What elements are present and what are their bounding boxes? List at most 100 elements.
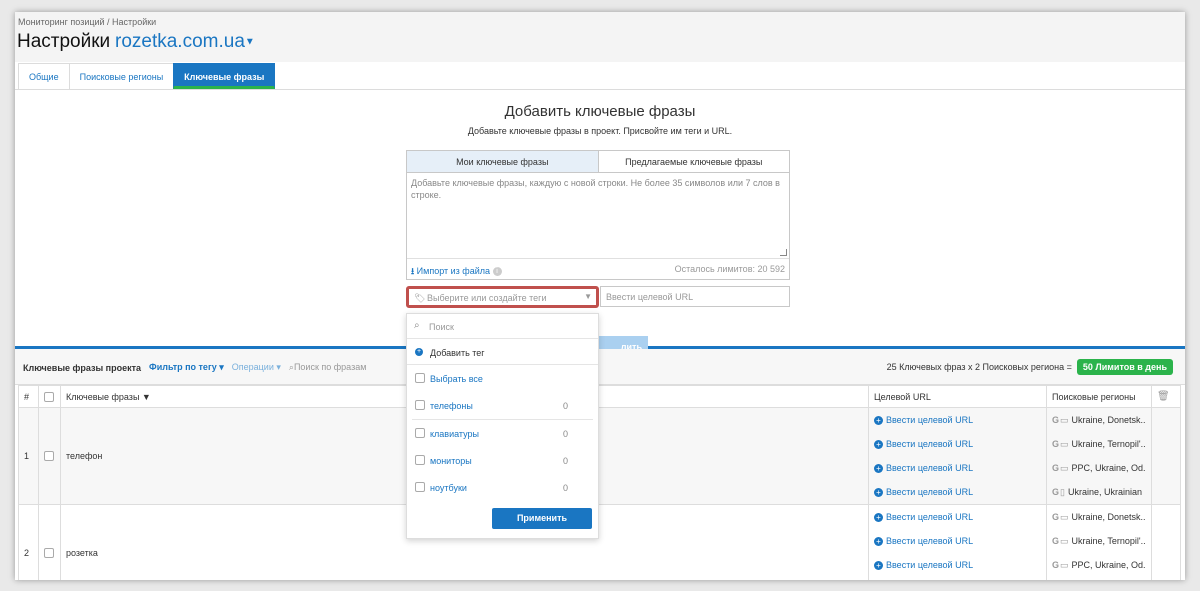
tag-icon: 🏷 <box>414 293 426 303</box>
enter-target-url-link[interactable]: + Ввести целевой URL <box>874 505 1041 529</box>
add-keywords-heading: Добавить ключевые фразы <box>504 103 696 120</box>
add-tag-label: Добавить тег <box>430 348 485 358</box>
select-all-tags[interactable]: Выбрать все <box>407 365 598 392</box>
desktop-icon: ▭ <box>1060 463 1069 473</box>
add-tag-button[interactable]: + Добавить тег <box>407 339 598 365</box>
select-all-checkbox[interactable] <box>44 391 54 402</box>
region-item: G▭ Ukraine, Donetsk... <box>1052 505 1146 529</box>
tag-count: 0 <box>562 483 568 493</box>
tag-item-keyboards[interactable]: клавиатуры 0 <box>407 420 598 447</box>
tag-item-laptops[interactable]: ноутбуки 0 <box>407 474 598 501</box>
keywords-textarea-placeholder: Добавьте ключевые фразы, каждую с новой … <box>411 178 780 200</box>
keyword-search-input[interactable]: ⌕Поиск по фразам <box>289 362 367 373</box>
trash-icon[interactable]: 🗑 <box>1157 391 1170 402</box>
row-checkbox[interactable] <box>44 548 54 559</box>
operations-dropdown[interactable]: Операции ▾ <box>232 362 281 373</box>
google-icon: G <box>1052 512 1060 522</box>
settings-tabs: Общие Поисковые регионы Ключевые фразы <box>18 63 276 89</box>
plus-circle-icon: + <box>874 513 883 523</box>
region-item: G▯ Ukraine, Ukrainian <box>1052 480 1146 504</box>
tag-checkbox[interactable] <box>415 455 425 465</box>
row-regions: G▭ Ukraine, Donetsk... G▭ Ukraine, Ternopi… <box>1046 407 1152 505</box>
tag-checkbox[interactable] <box>415 428 425 438</box>
tag-count: 0 <box>562 429 568 439</box>
tag-select[interactable]: 🏷 Выберите или создайте теги ▼ <box>406 286 599 308</box>
region-item: G▭ Ukraine, Ternopil'... <box>1052 432 1146 456</box>
keywords-textarea[interactable]: Добавьте ключевые фразы, каждую с новой … <box>407 173 789 259</box>
tab-divider <box>15 89 1185 90</box>
plus-circle-icon: + <box>874 561 883 571</box>
target-url-input[interactable]: Ввести целевой URL <box>600 286 790 307</box>
tag-count: 0 <box>562 456 568 466</box>
plus-circle-icon: + <box>874 416 883 426</box>
enter-target-url-label: Ввести целевой URL <box>886 536 974 546</box>
header: Мониторинг позиций / Настройки Настройки… <box>15 12 1185 62</box>
page-title: Настройки <box>17 31 111 52</box>
region-label: Ukraine, Ukrainian <box>1067 487 1142 497</box>
region-item: G▭ PPC, Ukraine, Od... <box>1052 553 1146 577</box>
select-all-tags-checkbox[interactable] <box>415 373 425 383</box>
import-from-file-link[interactable]: ⭳ Импорт из файла i <box>411 264 502 280</box>
plus-circle-icon: + <box>874 488 883 498</box>
tab-suggested-keywords[interactable]: Предлагаемые ключевые фразы <box>598 151 789 173</box>
region-label: Ukraine, Donetsk... <box>1071 415 1146 425</box>
breadcrumb[interactable]: Мониторинг позиций / Настройки <box>18 17 156 27</box>
enter-target-url-link[interactable]: + Ввести целевой URL <box>874 456 1041 480</box>
tag-select-placeholder: Выберите или создайте теги <box>427 293 547 303</box>
enter-target-url-label: Ввести целевой URL <box>886 463 974 473</box>
tab-my-keywords[interactable]: Мои ключевые фразы <box>407 151 599 173</box>
tag-item-monitors[interactable]: мониторы 0 <box>407 447 598 474</box>
enter-target-url-link[interactable]: + Ввести целевой URL <box>874 480 1041 504</box>
tab-keywords[interactable]: Ключевые фразы <box>173 63 276 89</box>
info-icon[interactable]: i <box>492 267 502 277</box>
column-header-number: # <box>18 385 39 408</box>
enter-target-url-label: Ввести целевой URL <box>886 415 974 425</box>
row-target-urls: + Ввести целевой URL + Ввести целевой URL … <box>868 504 1047 580</box>
project-domain-selector[interactable]: rozetka.com.ua▼ <box>115 31 255 53</box>
tab-search-regions[interactable]: Поисковые регионы <box>68 63 175 89</box>
plus-circle-icon: + <box>874 464 883 474</box>
tag-name: клавиатуры <box>430 429 480 439</box>
target-url-placeholder: Ввести целевой URL <box>606 292 694 302</box>
desktop-icon: ▭ <box>1060 536 1069 546</box>
desktop-icon: ▭ <box>1060 512 1069 522</box>
tag-checkbox[interactable] <box>415 400 425 410</box>
tag-checkbox[interactable] <box>415 482 425 492</box>
column-header-regions: Поисковые регионы <box>1046 385 1152 408</box>
enter-target-url-link[interactable]: + Ввести целевой URL <box>874 432 1041 456</box>
row-regions: G▭ Ukraine, Donetsk... G▭ Ukraine, Ternopi… <box>1046 504 1152 580</box>
tag-item-phones[interactable]: телефоны 0 <box>407 392 598 419</box>
tab-general[interactable]: Общие <box>18 63 70 89</box>
enter-target-url-link[interactable]: + Ввести целевой URL <box>874 529 1041 553</box>
row-checkbox[interactable] <box>44 451 54 462</box>
resize-handle[interactable] <box>780 249 787 256</box>
tag-search-placeholder: Поиск <box>429 322 454 332</box>
enter-target-url-label: Ввести целевой URL <box>886 560 974 570</box>
enter-target-url-link[interactable]: + Ввести целевой URL <box>874 408 1041 432</box>
plus-circle-icon: + <box>874 440 883 450</box>
plus-circle-icon: + <box>415 348 423 356</box>
download-icon: ⭳ <box>411 266 415 276</box>
tag-count: 0 <box>562 401 568 411</box>
keywords-header-label: Ключевые фразы <box>66 391 140 402</box>
tag-dropdown: ⌕ Поиск + Добавить тег Выбрать все телеф… <box>406 313 599 539</box>
enter-target-url-label: Ввести целевой URL <box>886 439 974 449</box>
keywords-table: # Ключевые фразы ▼ Целевой URL Поисковые… <box>18 385 1181 580</box>
limits-badge: 50 Лимитов в день <box>1076 359 1173 375</box>
region-item: G▭ PPC, Ukraine, Od... <box>1052 456 1146 480</box>
row-number: 1 <box>18 407 39 505</box>
row-select-cell <box>38 407 61 505</box>
table-row-overflow <box>1052 577 1146 580</box>
project-domain-label: rozetka.com.ua <box>115 31 245 52</box>
search-icon: ⌕ <box>414 320 420 331</box>
tag-search-input[interactable]: ⌕ Поиск <box>407 314 598 339</box>
row-number: 2 <box>18 504 39 580</box>
table-row: 1 телефон + Ввести целевой URL + Ввести це… <box>18 407 1181 505</box>
keyword-search-placeholder: Поиск по фразам <box>293 362 367 372</box>
enter-target-url-link[interactable]: + Ввести целевой URL <box>874 553 1041 577</box>
table-row: 2 розетка + Ввести целевой URL + Ввести це… <box>18 504 1181 580</box>
google-icon: G <box>1052 536 1060 546</box>
apply-tags-button[interactable]: Применить <box>492 508 592 529</box>
desktop-icon: ▭ <box>1060 439 1069 449</box>
filter-by-tag-dropdown[interactable]: Фильтр по тегу ▾ <box>149 362 224 373</box>
